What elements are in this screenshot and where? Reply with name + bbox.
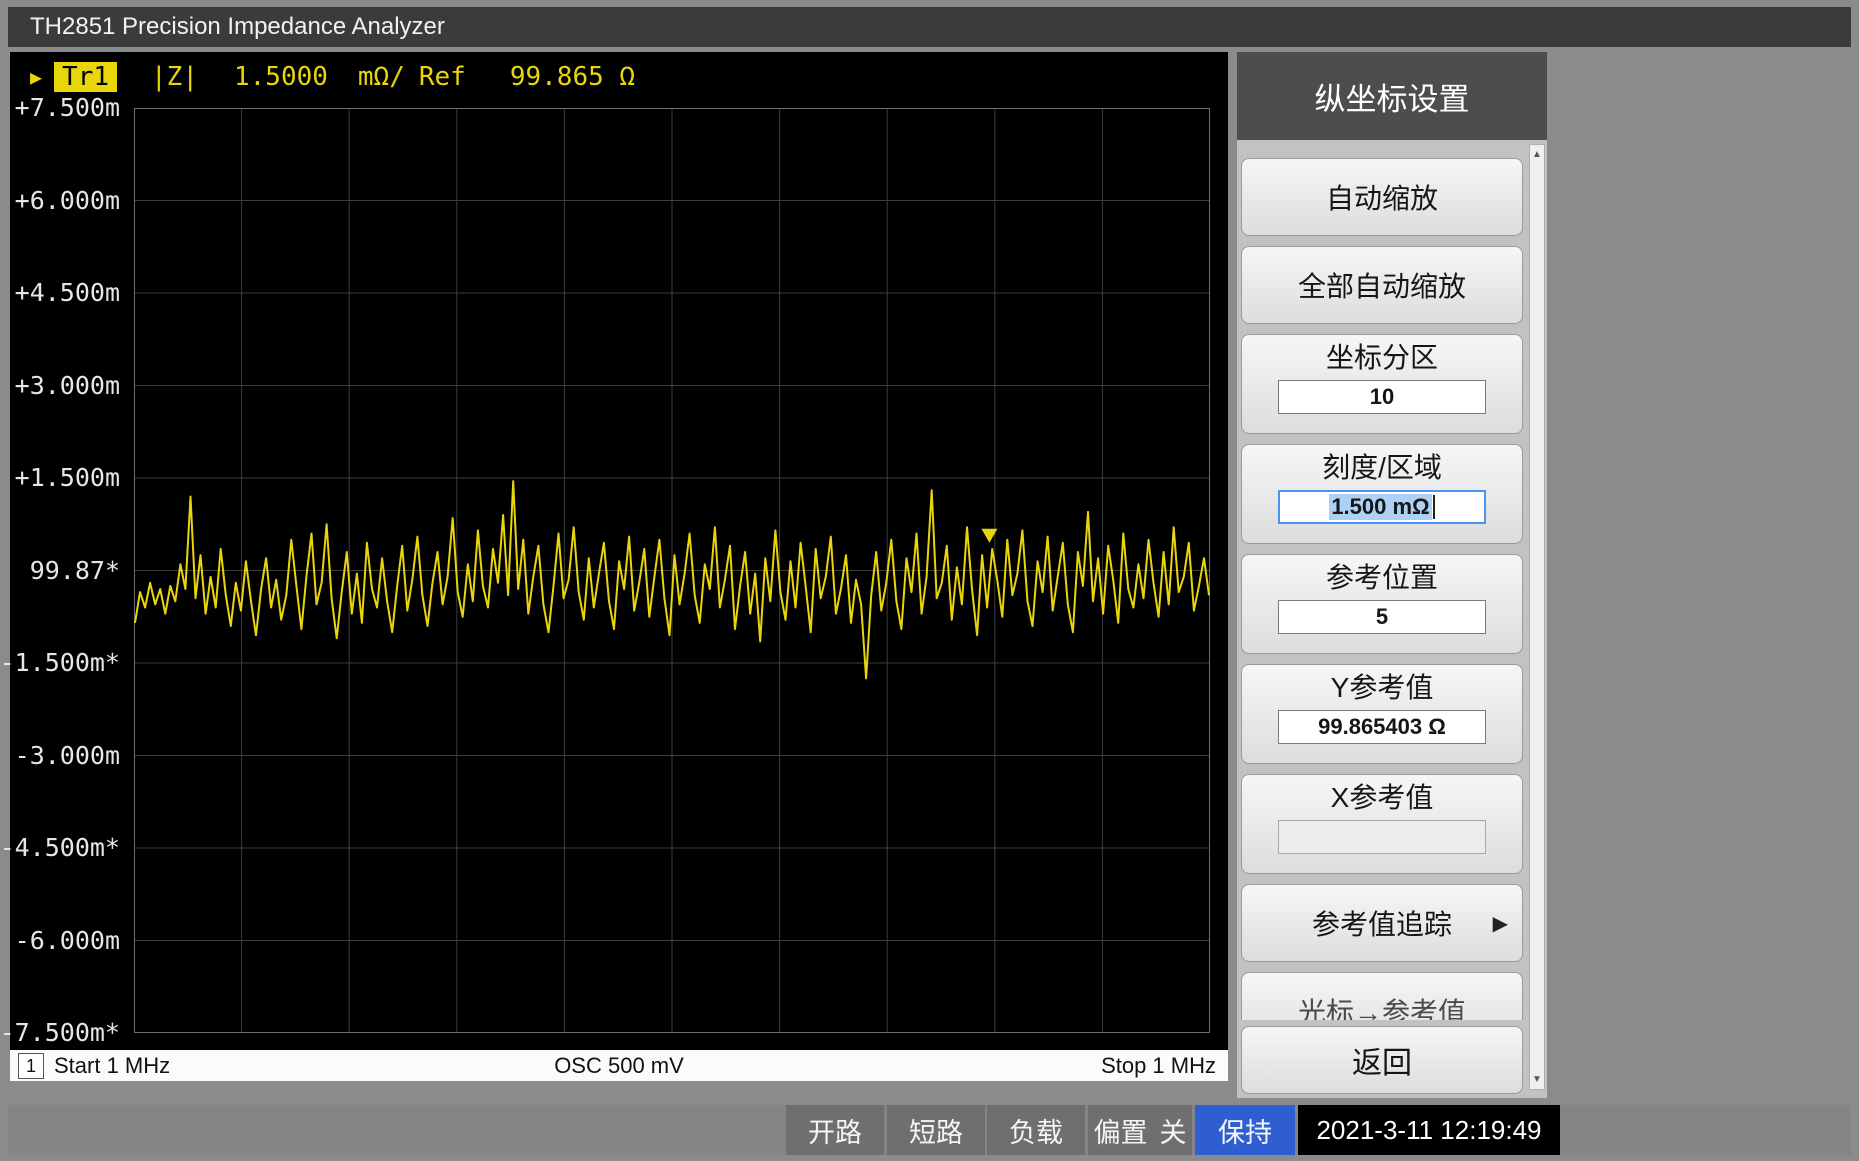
channel-number-box: 1 <box>18 1053 44 1079</box>
marker-to-reference-button[interactable]: 光标→参考值 <box>1241 972 1523 1020</box>
scrollbar-down-icon[interactable]: ▼ <box>1530 1074 1544 1085</box>
sidebar-scrollbar[interactable]: ▲ ▼ <box>1529 144 1545 1090</box>
sidebar-scroll-area: 自动缩放 全部自动缩放 坐标分区 10 刻度/区域 1.500 mΩ 参考位置 … <box>1241 140 1523 1020</box>
short-correction-button[interactable]: 短路 <box>887 1105 985 1155</box>
scale-per-division-label: 刻度/区域 <box>1322 451 1442 485</box>
y-tick-label: -4.500m* <box>0 832 120 864</box>
divisions-control[interactable]: 坐标分区 10 <box>1241 334 1523 434</box>
load-correction-button[interactable]: 负载 <box>987 1105 1085 1155</box>
trace-ref-label: Ref <box>419 62 466 92</box>
trace-ref-value: 99.865 Ω <box>510 62 635 92</box>
reference-position-control[interactable]: 参考位置 5 <box>1241 554 1523 654</box>
sidebar-title: 纵坐标设置 <box>1237 52 1547 140</box>
divisions-input[interactable]: 10 <box>1278 380 1486 414</box>
x-start-label: Start 1 MHz <box>54 1053 170 1079</box>
sidebar-vertical-axis-settings: 纵坐标设置 自动缩放 全部自动缩放 坐标分区 10 刻度/区域 1.500 mΩ… <box>1237 52 1547 1098</box>
titlebar: TH2851 Precision Impedance Analyzer <box>8 7 1851 47</box>
scale-per-division-input[interactable]: 1.500 mΩ <box>1278 490 1486 524</box>
selected-input-text: 1.500 mΩ <box>1329 494 1431 520</box>
x-stop-label: Stop 1 MHz <box>1101 1050 1216 1081</box>
y-tick-label: 99.87* <box>30 555 120 587</box>
autoscale-button[interactable]: 自动缩放 <box>1241 158 1523 236</box>
y-reference-value-input[interactable]: 99.865403 Ω <box>1278 710 1486 744</box>
x-axis-bar: OSC 500 mV 1 Start 1 MHz Stop 1 MHz <box>10 1050 1228 1081</box>
hold-button[interactable]: 保持 <box>1195 1105 1295 1155</box>
plot-area[interactable] <box>134 108 1210 1033</box>
text-caret <box>1433 495 1435 519</box>
bottom-bar: 开路 短路 负载 偏置 关 保持 2021-3-11 12:19:49 <box>8 1105 1851 1155</box>
reference-position-input[interactable]: 5 <box>1278 600 1486 634</box>
y-tick-label: +3.000m <box>15 370 120 402</box>
x-reference-value-label: X参考值 <box>1331 781 1434 815</box>
chart-panel: ▶ Tr1 |Z| 1.5000 mΩ/ Ref 99.865 Ω +7.500… <box>10 52 1228 1050</box>
trace-scale-unit: mΩ/ <box>358 62 405 92</box>
x-reference-value-control[interactable]: X参考值 <box>1241 774 1523 874</box>
osc-level-label: OSC 500 mV <box>10 1050 1228 1081</box>
scale-per-division-control[interactable]: 刻度/区域 1.500 mΩ <box>1241 444 1523 544</box>
bias-button[interactable]: 偏置 关 <box>1088 1105 1192 1155</box>
scrollbar-up-icon[interactable]: ▲ <box>1530 149 1544 160</box>
back-button[interactable]: 返回 <box>1241 1026 1523 1094</box>
autoscale-all-button[interactable]: 全部自动缩放 <box>1241 246 1523 324</box>
clock: 2021-3-11 12:19:49 <box>1298 1105 1560 1155</box>
app-title: TH2851 Precision Impedance Analyzer <box>30 13 445 40</box>
x-reference-value-input[interactable] <box>1278 820 1486 854</box>
y-tick-label: +7.500m <box>15 92 120 124</box>
y-tick-label: -6.000m <box>15 925 120 957</box>
trace-scale-value: 1.5000 <box>234 62 328 92</box>
bias-state: 关 <box>1160 1111 1187 1150</box>
y-reference-value-control[interactable]: Y参考值 99.865403 Ω <box>1241 664 1523 764</box>
trace-function-label: |Z| <box>151 62 198 92</box>
y-tick-label: -7.500m* <box>0 1017 120 1049</box>
y-tick-label: -3.000m <box>15 740 120 772</box>
reference-tracking-button[interactable]: 参考值追踪 ▶ <box>1241 884 1523 962</box>
y-tick-label: +1.500m <box>15 462 120 494</box>
x-start-group: 1 Start 1 MHz <box>18 1050 170 1081</box>
open-correction-button[interactable]: 开路 <box>786 1105 884 1155</box>
divisions-label: 坐标分区 <box>1326 341 1438 375</box>
reference-position-label: 参考位置 <box>1326 561 1438 595</box>
screen: { "titlebar": { "title": "TH2851 Precisi… <box>0 0 1859 1161</box>
y-tick-label: -1.500m* <box>0 647 120 679</box>
y-reference-value-label: Y参考值 <box>1331 671 1434 705</box>
y-axis-tick-labels: +7.500m +6.000m +4.500m +3.000m +1.500m 99.87… <box>10 52 128 1050</box>
reference-tracking-label: 参考值追踪 <box>1312 903 1452 943</box>
bias-label: 偏置 <box>1094 1111 1148 1150</box>
submenu-arrow-icon: ▶ <box>1493 911 1508 936</box>
y-tick-label: +6.000m <box>15 185 120 217</box>
y-tick-label: +4.500m <box>15 277 120 309</box>
